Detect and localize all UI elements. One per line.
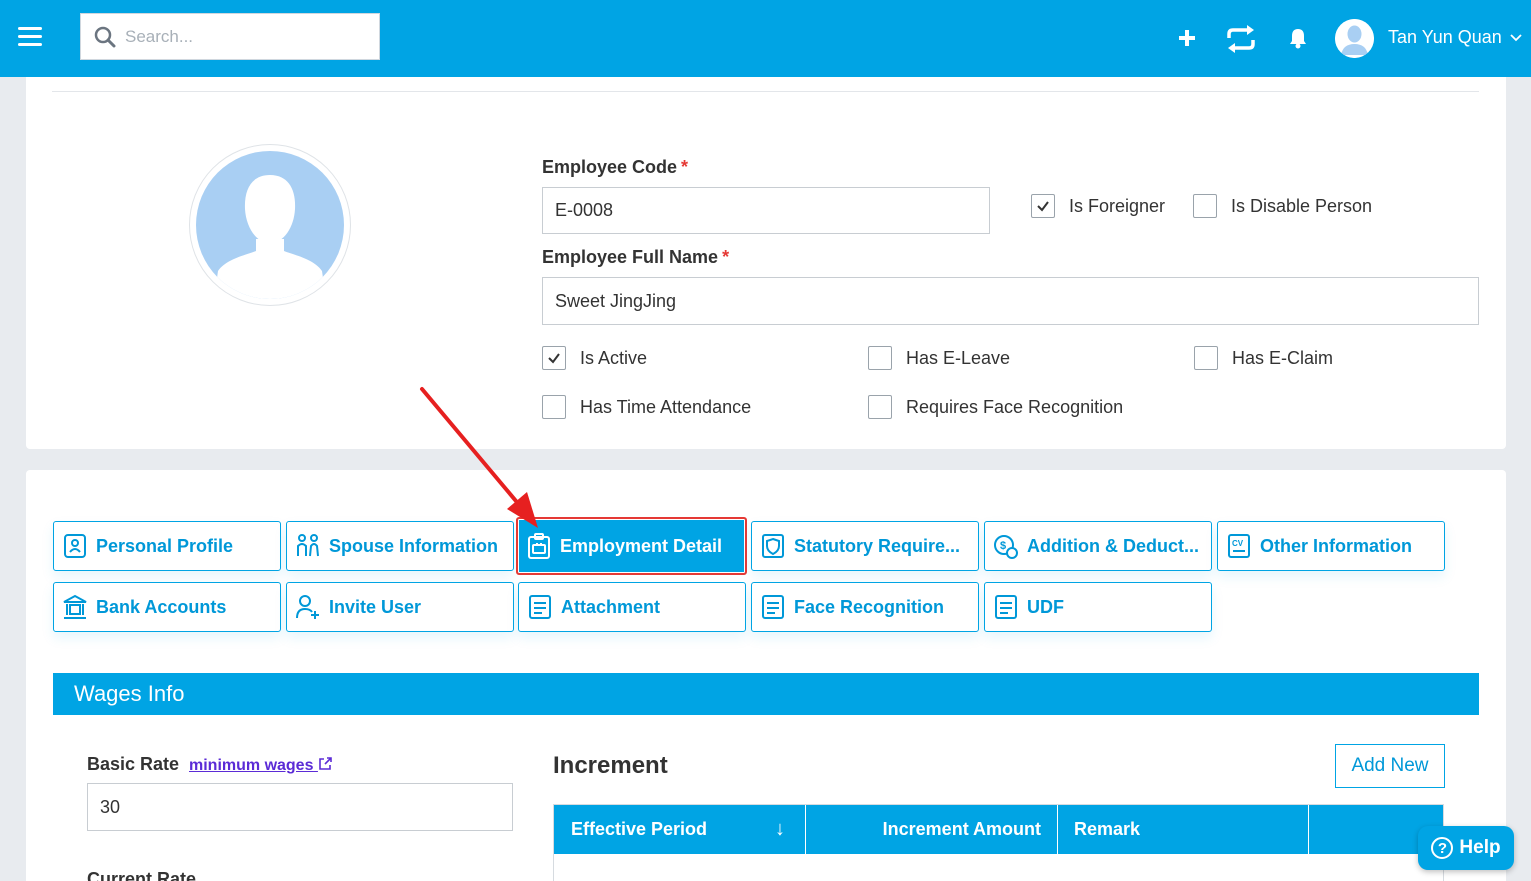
tab-addition-deduction[interactable]: $ Addition & Deduct... xyxy=(984,521,1212,571)
chevron-down-icon xyxy=(1510,34,1522,42)
wages-info-header: Wages Info xyxy=(53,673,1479,715)
employee-code-label: Employee Code * xyxy=(542,157,689,177)
bell-icon[interactable] xyxy=(1288,27,1308,49)
checkmark-icon xyxy=(548,353,560,364)
user-name-label: Tan Yun Quan xyxy=(1388,27,1502,47)
hamburger-menu-icon[interactable] xyxy=(18,27,42,47)
tab-other-information[interactable]: CV Other Information xyxy=(1217,521,1445,571)
tab-personal-profile[interactable]: Personal Profile xyxy=(53,521,281,571)
profile-photo[interactable] xyxy=(189,144,351,306)
basic-rate-field[interactable]: 30 xyxy=(87,783,513,831)
face-document-icon xyxy=(762,595,784,619)
has-e-claim-checkbox[interactable]: Has E-Claim xyxy=(1194,346,1333,370)
is-foreigner-checkbox[interactable]: Is Foreigner xyxy=(1031,194,1165,218)
checkbox-box xyxy=(542,346,566,370)
checkbox-box xyxy=(868,346,892,370)
add-user-icon xyxy=(296,595,319,619)
minimum-wages-link[interactable]: minimum wages xyxy=(189,756,333,775)
attachment-document-icon xyxy=(529,595,551,619)
svg-text:$: $ xyxy=(1000,540,1006,552)
employee-full-name-label: Employee Full Name * xyxy=(542,247,730,267)
checkbox-box xyxy=(1031,194,1055,218)
sort-arrow-icon[interactable]: ↓ xyxy=(775,818,785,841)
tab-udf[interactable]: UDF xyxy=(984,582,1212,632)
help-button[interactable]: ? Help xyxy=(1418,826,1514,870)
external-link-icon xyxy=(319,757,332,770)
basic-rate-label: Basic Rate xyxy=(87,754,180,774)
plus-icon[interactable] xyxy=(1178,29,1196,47)
tab-statutory-requirements[interactable]: Statutory Require... xyxy=(751,521,979,571)
checkbox-box xyxy=(868,395,892,419)
current-rate-label: Current Rate xyxy=(87,869,197,881)
couple-icon xyxy=(297,534,319,557)
shield-document-icon xyxy=(762,534,784,558)
add-new-button[interactable]: Add New xyxy=(1335,744,1445,788)
question-icon: ? xyxy=(1431,837,1454,859)
column-increment-amount[interactable]: Increment Amount xyxy=(806,805,1058,854)
cv-icon: CV xyxy=(1228,534,1250,558)
briefcase-clipboard-icon xyxy=(528,533,550,559)
column-effective-period[interactable]: Effective Period ↓ xyxy=(554,805,806,854)
has-e-leave-checkbox[interactable]: Has E-Leave xyxy=(868,346,1010,370)
search-input[interactable] xyxy=(125,22,365,52)
checkbox-box xyxy=(542,395,566,419)
tab-attachment[interactable]: Attachment xyxy=(518,582,746,632)
tab-employment-detail[interactable]: Employment Detail xyxy=(516,517,747,575)
avatar[interactable] xyxy=(1335,19,1374,58)
udf-document-icon xyxy=(995,595,1017,619)
has-time-attendance-checkbox[interactable]: Has Time Attendance xyxy=(542,395,751,419)
increment-title: Increment xyxy=(553,752,668,779)
tab-invite-user[interactable]: Invite User xyxy=(286,582,514,632)
requires-face-recognition-checkbox[interactable]: Requires Face Recognition xyxy=(868,395,1123,419)
is-disable-person-checkbox[interactable]: Is Disable Person xyxy=(1193,194,1372,218)
employee-code-field[interactable]: E-0008 xyxy=(542,187,990,234)
svg-text:CV: CV xyxy=(1232,539,1244,548)
bank-icon xyxy=(63,594,87,619)
checkbox-box xyxy=(1193,194,1217,218)
search-icon xyxy=(94,26,116,48)
money-clock-icon: $ xyxy=(994,535,1018,559)
is-active-checkbox[interactable]: Is Active xyxy=(542,346,647,370)
checkbox-box xyxy=(1194,346,1218,370)
profile-card-icon xyxy=(64,534,86,558)
sync-icon[interactable] xyxy=(1225,24,1257,54)
search-box[interactable] xyxy=(80,13,380,60)
user-menu[interactable]: Tan Yun Quan xyxy=(1388,27,1522,48)
checkmark-icon xyxy=(1037,201,1049,212)
tab-spouse-information[interactable]: Spouse Information xyxy=(286,521,514,571)
top-bar: Tan Yun Quan xyxy=(0,0,1531,77)
tab-face-recognition[interactable]: Face Recognition xyxy=(751,582,979,632)
tab-bank-accounts[interactable]: Bank Accounts xyxy=(53,582,281,632)
increment-grid: Effective Period ↓ Increment Amount Rema… xyxy=(553,804,1444,881)
column-remark[interactable]: Remark xyxy=(1058,805,1309,854)
person-silhouette-icon xyxy=(214,175,326,299)
divider xyxy=(52,91,1479,92)
grid-header: Effective Period ↓ Increment Amount Rema… xyxy=(554,805,1443,854)
employee-full-name-field[interactable]: Sweet JingJing xyxy=(542,277,1479,325)
